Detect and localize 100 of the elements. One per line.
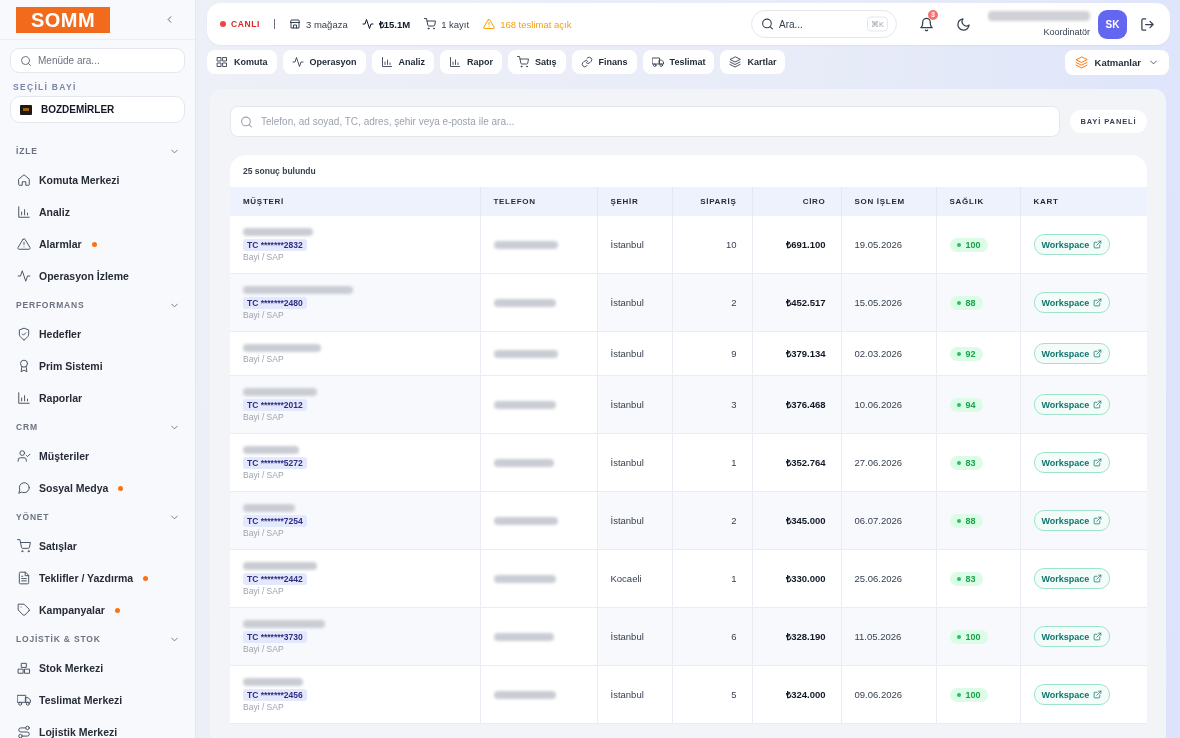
status-dot-icon: [956, 351, 961, 356]
nav-tab[interactable]: Komuta: [207, 50, 277, 74]
workspace-link[interactable]: Workspace: [1033, 343, 1111, 364]
medal-icon: [17, 359, 31, 373]
external-link-icon: [1093, 516, 1103, 525]
nav-tab[interactable]: Teslimat: [642, 50, 715, 74]
health-score: 88: [965, 515, 976, 526]
tc-number: TC *******2832: [243, 239, 307, 251]
city-text: İstanbul: [610, 689, 644, 700]
nav-tab[interactable]: Satış: [508, 50, 566, 74]
sidebar-item[interactable]: Sosyal Medya: [0, 472, 195, 504]
workspace-link[interactable]: Workspace: [1033, 510, 1111, 531]
sidebar-item[interactable]: Kampanyalar: [0, 594, 195, 626]
sidebar-item[interactable]: Lojistik Merkezi: [0, 716, 195, 738]
workspace-link[interactable]: Workspace: [1033, 452, 1111, 473]
sidebar-item[interactable]: Teklifler / Yazdırma: [0, 562, 195, 594]
date-text: 19.05.2026: [854, 239, 903, 250]
order-count: 2: [731, 515, 737, 526]
sidebar-item[interactable]: Raporlar: [0, 382, 195, 414]
health-score: 100: [965, 631, 981, 642]
column-header[interactable]: SİPARİŞ: [700, 197, 737, 206]
sidebar-item[interactable]: Stok Merkezi: [0, 652, 195, 684]
workspace-link[interactable]: Workspace: [1033, 292, 1111, 313]
column-header[interactable]: SAĞLIK: [949, 197, 984, 206]
menu-search-field[interactable]: Menüde ara...: [10, 48, 185, 73]
nav-tab[interactable]: Finans: [571, 50, 637, 74]
truck-icon: [651, 56, 664, 68]
revenue-amount: ₺324.000: [786, 689, 826, 700]
chat-bubble-icon: [17, 481, 31, 495]
workspace-link[interactable]: Workspace: [1033, 394, 1111, 415]
revenue-amount: ₺352.764: [786, 457, 826, 468]
date-text: 02.03.2026: [854, 348, 903, 359]
section-header[interactable]: LOJİSTİK & STOK: [0, 626, 195, 652]
cart-icon: [17, 539, 31, 553]
workspace-link[interactable]: Workspace: [1033, 234, 1111, 255]
sidebar-item[interactable]: Prim Sistemi: [0, 350, 195, 382]
blurred-text: [243, 446, 299, 454]
health-score: 83: [965, 457, 976, 468]
customer-search-field[interactable]: Telefon, ad soyad, TC, adres, şehir veya e-posta ile ara...: [230, 106, 1060, 137]
bar-chart-icon: [17, 391, 31, 405]
city-text: İstanbul: [610, 515, 644, 526]
blurred-text: [493, 517, 558, 526]
tc-number: TC *******2480: [243, 297, 307, 309]
nav-tab[interactable]: Operasyon: [282, 50, 366, 74]
bar-chart-icon: [380, 56, 393, 68]
external-link-icon: [1093, 349, 1103, 358]
health-score: 94: [965, 399, 976, 410]
moon-icon: [955, 16, 971, 32]
dealer-selector[interactable]: BOZDEMİRLER: [10, 96, 185, 123]
workspace-link[interactable]: Workspace: [1033, 626, 1111, 647]
nav-tab[interactable]: Rapor: [440, 50, 503, 74]
sidebar-item[interactable]: Teslimat Merkezi: [0, 684, 195, 716]
city-text: İstanbul: [610, 239, 644, 250]
route-icon: [17, 725, 31, 738]
external-link-icon: [1093, 632, 1103, 641]
sidebar-item[interactable]: Analiz: [0, 196, 195, 228]
nav-tab[interactable]: Kartlar: [720, 50, 786, 74]
order-count: 2: [731, 297, 737, 308]
sidebar-item[interactable]: Operasyon İzleme: [0, 260, 195, 292]
revenue-amount: ₺345.000: [786, 515, 826, 526]
warning-icon: [17, 237, 31, 251]
dealer-logo-icon: [20, 104, 32, 115]
external-link-icon: [1093, 400, 1103, 409]
sidebar-item[interactable]: Müşteriler: [0, 440, 195, 472]
health-score: 100: [965, 239, 981, 250]
column-header[interactable]: ŞEHİR: [610, 197, 639, 206]
section-header[interactable]: İZLE: [0, 138, 195, 164]
section-header[interactable]: PERFORMANS: [0, 292, 195, 318]
order-count: 9: [731, 348, 737, 359]
shield-check-icon: [17, 327, 31, 341]
layers-dropdown[interactable]: Katmanlar: [1064, 49, 1169, 75]
blurred-text: [493, 691, 556, 700]
workspace-link[interactable]: Workspace: [1033, 684, 1111, 705]
bar-chart-icon: [449, 56, 462, 68]
section-header[interactable]: YÖNET: [0, 504, 195, 530]
customer-source: Bayi / SAP: [243, 354, 284, 364]
sidebar-item[interactable]: Komuta Merkezi: [0, 164, 195, 196]
blurred-text: [493, 459, 554, 468]
workspace-link[interactable]: Workspace: [1033, 568, 1111, 589]
column-header[interactable]: SON İŞLEM: [854, 197, 905, 206]
section-header[interactable]: CRM: [0, 414, 195, 440]
stat-text: 168 teslimat açık: [500, 18, 572, 30]
column-header[interactable]: MÜŞTERİ: [243, 197, 284, 206]
live-dot-icon: [220, 21, 226, 27]
search-icon: [761, 17, 774, 31]
nav-tab[interactable]: Analiz: [371, 50, 435, 74]
date-text: 09.06.2026: [854, 689, 903, 700]
external-link-icon: [1093, 240, 1103, 249]
date-text: 27.06.2026: [854, 457, 903, 468]
column-header[interactable]: TELEFON: [493, 197, 536, 206]
order-count: 3: [731, 399, 737, 410]
sidebar-item[interactable]: Alarmlar: [0, 228, 195, 260]
sidebar-item[interactable]: Hedefler: [0, 318, 195, 350]
status-dot-icon: [956, 242, 961, 247]
order-count: 1: [731, 457, 737, 468]
column-header[interactable]: CİRO: [802, 197, 826, 206]
pulse-icon: [17, 269, 31, 283]
user-avatar[interactable]: SK: [1098, 9, 1127, 39]
column-header[interactable]: KART: [1033, 197, 1059, 206]
sidebar-item[interactable]: Satışlar: [0, 530, 195, 562]
